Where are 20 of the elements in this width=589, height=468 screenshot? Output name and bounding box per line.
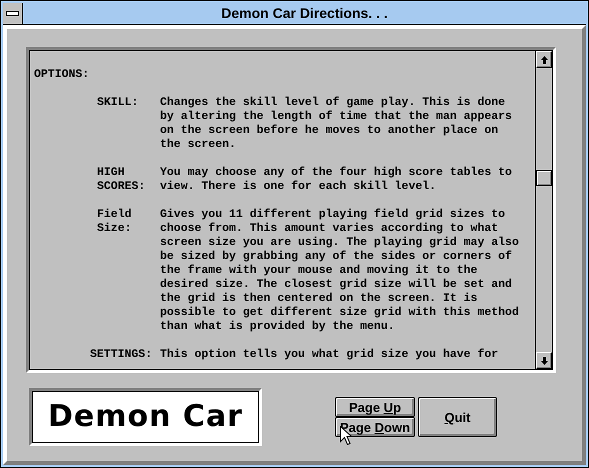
- scroll-thumb[interactable]: [536, 170, 552, 186]
- option-label: Field Size:: [97, 208, 132, 236]
- option-label: SETTINGS:: [90, 348, 152, 362]
- scrollbar[interactable]: [535, 51, 552, 369]
- logo-text: Demon Car: [48, 398, 243, 436]
- system-menu-icon[interactable]: [6, 11, 19, 16]
- option-label: SKILL:: [97, 96, 138, 110]
- down-arrow-icon: [540, 356, 548, 364]
- option-description: Gives you 11 different playing field grid sizes to choose from. This amount varies according to what screen size you are using. The playing grid may also be sized by grabbing any of the sides or corners of the frame with your mouse and moving it to the desired size. The closest grid size will be set and the grid is then centered on the screen. It is possible to get different size grid with this method than what is provided by the menu.: [160, 208, 519, 334]
- quit-button[interactable]: Quit: [418, 397, 497, 437]
- option-description: You may choose any of the four high score tables to view. There is one for each skill level.: [160, 166, 512, 194]
- option-description: This option tells you what grid size you have for: [160, 348, 498, 362]
- page-up-button[interactable]: Page Up: [335, 397, 415, 417]
- option-label: HIGH SCORES:: [97, 166, 146, 194]
- window-title: Demon Car Directions. . .: [220, 4, 389, 23]
- scroll-up-button[interactable]: [536, 51, 552, 68]
- up-arrow-icon: [540, 56, 548, 64]
- section-heading: OPTIONS:: [34, 68, 90, 82]
- option-description: Changes the skill level of game play. This is done by altering the length of time that the man appears on the screen before he moves to another place on the screen.: [160, 96, 512, 152]
- scroll-down-button[interactable]: [536, 352, 552, 369]
